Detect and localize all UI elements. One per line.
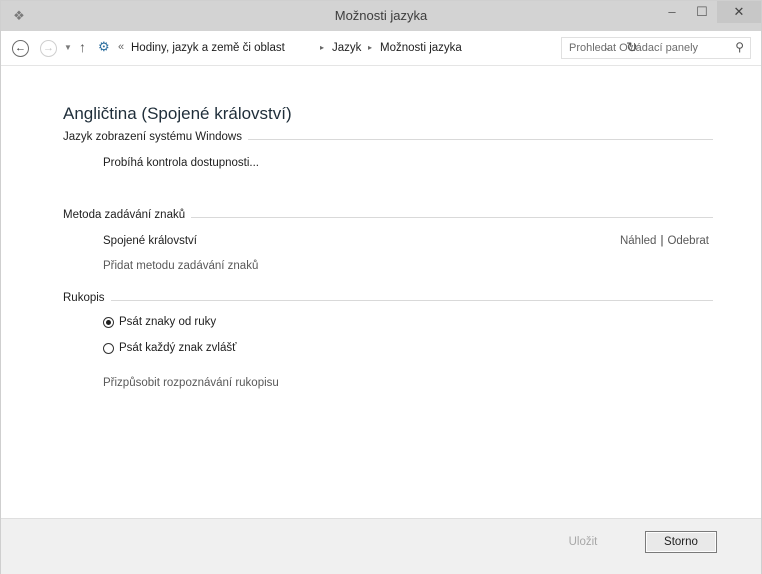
personalize-handwriting-link[interactable]: Přizpůsobit rozpoznávání rukopisu xyxy=(103,377,279,389)
radio-label: Psát znaky od ruky xyxy=(119,316,217,328)
title-bar: ❖ Možnosti jazyka ‒ ☐ ✕ xyxy=(1,1,761,31)
radio-button[interactable] xyxy=(103,343,114,354)
search-icon[interactable]: ⚲ xyxy=(735,40,744,54)
search-input[interactable]: Prohledat Ovládací panely ⚲ xyxy=(561,37,751,59)
section-heading: Jazyk zobrazení systému Windows xyxy=(63,131,248,143)
up-arrow-icon[interactable]: ↑ xyxy=(79,39,86,55)
minimize-icon: ‒ xyxy=(668,4,676,19)
preview-link[interactable]: Náhled xyxy=(620,235,656,247)
breadcrumb-separator-icon[interactable]: ▸ xyxy=(368,43,372,52)
add-input-method-link[interactable]: Přidat metodu zadávání znaků xyxy=(103,260,258,272)
save-button[interactable]: Uložit xyxy=(547,531,619,553)
breadcrumb-item-language[interactable]: Jazyk xyxy=(332,42,361,54)
language-options-window: ❖ Možnosti jazyka ‒ ☐ ✕ ← → ▼ ↑ ⚙ « Hodi… xyxy=(0,0,762,574)
main-content: Angličtina (Spojené království) Jazyk zo… xyxy=(1,66,761,518)
control-panel-icon: ⚙ xyxy=(98,39,110,54)
cancel-button[interactable]: Storno xyxy=(645,531,717,553)
breadcrumb-item-language-options[interactable]: Možnosti jazyka xyxy=(380,42,462,54)
close-button[interactable]: ✕ xyxy=(717,1,761,23)
breadcrumb[interactable]: ⚙ « Hodiny, jazyk a země či oblast ▸ Jaz… xyxy=(95,37,638,61)
input-method-actions: Náhled | Odebrat xyxy=(620,235,709,247)
input-method-name: Spojené království xyxy=(103,235,197,247)
section-display-language: Jazyk zobrazení systému Windows xyxy=(63,131,713,147)
maximize-button[interactable]: ☐ xyxy=(687,1,717,23)
close-icon: ✕ xyxy=(733,4,745,19)
section-heading: Rukopis xyxy=(63,292,111,304)
separator: | xyxy=(660,235,664,247)
maximize-icon: ☐ xyxy=(696,4,708,19)
recent-locations-dropdown-icon[interactable]: ▼ xyxy=(64,43,72,52)
back-button[interactable]: ← xyxy=(12,40,29,57)
address-bar: ← → ▼ ↑ ⚙ « Hodiny, jazyk a země či obla… xyxy=(1,31,761,66)
breadcrumb-separator-icon[interactable]: ▸ xyxy=(320,43,324,52)
divider xyxy=(63,300,713,301)
section-input-method: Metoda zadávání znaků xyxy=(63,209,713,225)
minimize-button[interactable]: ‒ xyxy=(657,1,687,23)
window-title: Možnosti jazyka xyxy=(334,8,428,23)
radio-label: Psát každý znak zvlášť xyxy=(119,342,237,354)
forward-button[interactable]: → xyxy=(40,40,57,57)
search-placeholder: Prohledat Ovládací panely xyxy=(569,42,699,54)
dialog-footer: Uložit Storno xyxy=(1,518,761,574)
page-title: Angličtina (Spojené království) xyxy=(63,104,292,123)
section-handwriting: Rukopis xyxy=(63,292,713,308)
arrow-left-icon: ← xyxy=(15,42,26,54)
breadcrumb-item-clock-language-region[interactable]: Hodiny, jazyk a země či oblast xyxy=(131,42,285,54)
breadcrumb-overflow[interactable]: « xyxy=(118,41,124,53)
remove-link[interactable]: Odebrat xyxy=(667,235,709,247)
availability-status: Probíhá kontrola dostupnosti... xyxy=(103,157,259,169)
radio-button-checked[interactable] xyxy=(103,317,114,328)
section-heading: Metoda zadávání znaků xyxy=(63,209,192,221)
arrow-right-icon: → xyxy=(43,42,54,54)
